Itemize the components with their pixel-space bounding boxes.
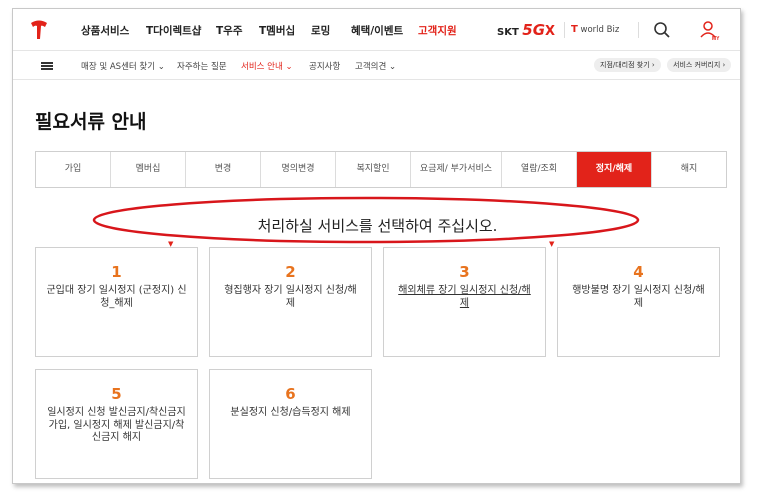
nav-item-customer-support[interactable]: 고객지원 xyxy=(418,23,457,38)
browser-frame: 상품서비스 T다이렉트샵 T우주 T멤버십 로밍 혜택/이벤트 고객지원 SKT… xyxy=(12,8,741,484)
card-label: 군입대 장기 일시정지 (군정지) 신청_해제 xyxy=(46,285,187,309)
service-card-missing[interactable]: 4 행방불명 장기 일시정지 신청/해제 xyxy=(557,247,720,357)
tab-suspend-resume[interactable]: 정지/해제 xyxy=(577,152,652,187)
card-label: 형집행자 장기 일시정지 신청/해제 xyxy=(224,285,357,309)
instruction-text: 처리하실 서비스를 선택하여 주십시오. xyxy=(257,217,498,235)
tab-plans-addons[interactable]: 요금제/ 부가서비스 xyxy=(411,152,502,187)
sub-navigation: 매장 및 AS센터 찾기 ⌄ 자주하는 질문 서비스 안내 ⌄ 공지사항 고객의… xyxy=(13,52,740,80)
service-card-lost-phone[interactable]: 6 분실정지 신청/습득정지 해제 xyxy=(209,369,372,479)
nav-item-roaming[interactable]: 로밍 xyxy=(311,23,330,38)
sub-item-service-guide[interactable]: 서비스 안내 ⌄ xyxy=(241,60,293,72)
pointer-icon: ▼ xyxy=(549,240,555,248)
sub-item-faq[interactable]: 자주하는 질문 xyxy=(177,60,227,72)
card-number: 6 xyxy=(285,385,296,403)
skt-label: SKT xyxy=(497,27,519,38)
nav-item-t-universe[interactable]: T우주 xyxy=(216,23,242,38)
worldbiz-t: T xyxy=(571,24,578,35)
service-card-military[interactable]: 1 군입대 장기 일시정지 (군정지) 신청_해제 xyxy=(35,247,198,357)
tab-cancel[interactable]: 해지 xyxy=(652,152,726,187)
tab-name-change[interactable]: 명의변경 xyxy=(261,152,336,187)
sub-item-feedback[interactable]: 고객의견 ⌄ xyxy=(355,60,396,72)
category-tabs: 가입 멤버십 변경 명의변경 복지할인 요금제/ 부가서비스 열람/조회 정지/… xyxy=(35,151,727,188)
service-card-overseas[interactable]: 3 해외체류 장기 일시정지 신청/해제 xyxy=(383,247,546,357)
user-icon[interactable]: MY xyxy=(699,19,721,41)
card-number: 4 xyxy=(633,263,644,281)
nav-item-direct-shop[interactable]: T다이렉트샵 xyxy=(146,23,201,38)
card-number: 5 xyxy=(111,385,122,403)
tab-view-inquiry[interactable]: 열람/조회 xyxy=(502,152,577,187)
tab-subscribe[interactable]: 가입 xyxy=(36,152,111,187)
card-number: 3 xyxy=(459,263,470,281)
nav-item-membership[interactable]: T멤버십 xyxy=(259,23,295,38)
hamburger-menu-icon[interactable] xyxy=(41,62,53,70)
branch-finder-pill[interactable]: 지점/대리점 찾기 › xyxy=(594,58,661,72)
x-label: X xyxy=(545,24,556,39)
sub-item-notice[interactable]: 공지사항 xyxy=(309,60,340,72)
sub-item-store-finder[interactable]: 매장 및 AS센터 찾기 ⌄ xyxy=(81,60,165,72)
tab-membership[interactable]: 멤버십 xyxy=(111,152,186,187)
card-label: 분실정지 신청/습득정지 해제 xyxy=(230,407,351,418)
nav-item-products[interactable]: 상품서비스 xyxy=(81,23,129,38)
tab-change[interactable]: 변경 xyxy=(186,152,261,187)
worldbiz-logo[interactable]: T world Biz xyxy=(571,24,619,35)
card-number: 1 xyxy=(111,263,122,281)
card-label: 해외체류 장기 일시정지 신청/해제 xyxy=(398,285,531,309)
service-card-call-barring[interactable]: 5 일시정지 신청 발신금지/착신금지 가입, 일시정지 해제 발신금지/착신금… xyxy=(35,369,198,479)
service-card-incarceration[interactable]: 2 형집행자 장기 일시정지 신청/해제 xyxy=(209,247,372,357)
service-coverage-pill[interactable]: 서비스 커버리지 › xyxy=(667,58,732,72)
divider xyxy=(564,22,565,38)
divider xyxy=(638,22,639,38)
card-number: 2 xyxy=(285,263,296,281)
search-icon[interactable] xyxy=(653,21,671,39)
card-label: 일시정지 신청 발신금지/착신금지 가입, 일시정지 해제 발신금지/착신금지 … xyxy=(47,407,186,443)
card-label: 행방불명 장기 일시정지 신청/해제 xyxy=(572,285,705,309)
sktelecom-logo-icon[interactable] xyxy=(29,19,49,41)
page-title: 필요서류 안내 xyxy=(35,111,147,133)
worldbiz-label: world Biz xyxy=(580,25,620,35)
skt-5gx-logo[interactable]: SKT 5GX xyxy=(497,21,555,39)
5g-label: 5G xyxy=(522,21,546,39)
user-label: MY xyxy=(712,36,720,41)
nav-item-benefits[interactable]: 혜택/이벤트 xyxy=(351,23,403,38)
tab-welfare-discount[interactable]: 복지할인 xyxy=(336,152,411,187)
top-navigation: 상품서비스 T다이렉트샵 T우주 T멤버십 로밍 혜택/이벤트 고객지원 SKT… xyxy=(13,9,740,51)
